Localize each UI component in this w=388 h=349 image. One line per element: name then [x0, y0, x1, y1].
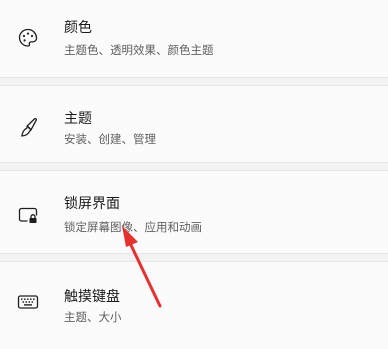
item-description: 锁定屏幕图像、应用和动画 — [64, 220, 202, 234]
lock-screen-icon — [14, 201, 42, 229]
item-title: 锁屏界面 — [64, 196, 120, 212]
palette-icon — [14, 24, 42, 52]
item-description: 主题色、透明效果、颜色主题 — [64, 43, 214, 57]
settings-item-themes[interactable]: 主题 安装、创建、管理 — [0, 85, 388, 163]
brush-icon — [14, 113, 42, 141]
item-description: 主题、大小 — [64, 310, 122, 324]
item-description: 安装、创建、管理 — [64, 132, 156, 146]
settings-item-colors[interactable]: 颜色 主题色、透明效果、颜色主题 — [0, 0, 388, 78]
settings-item-lock-screen[interactable]: 锁屏界面 锁定屏幕图像、应用和动画 — [0, 170, 388, 254]
item-title: 颜色 — [64, 20, 92, 36]
keyboard-icon — [14, 288, 42, 316]
item-title: 触摸键盘 — [64, 289, 120, 305]
settings-item-touch-keyboard[interactable]: 触摸键盘 主题、大小 — [0, 261, 388, 349]
item-title: 主题 — [64, 111, 92, 127]
